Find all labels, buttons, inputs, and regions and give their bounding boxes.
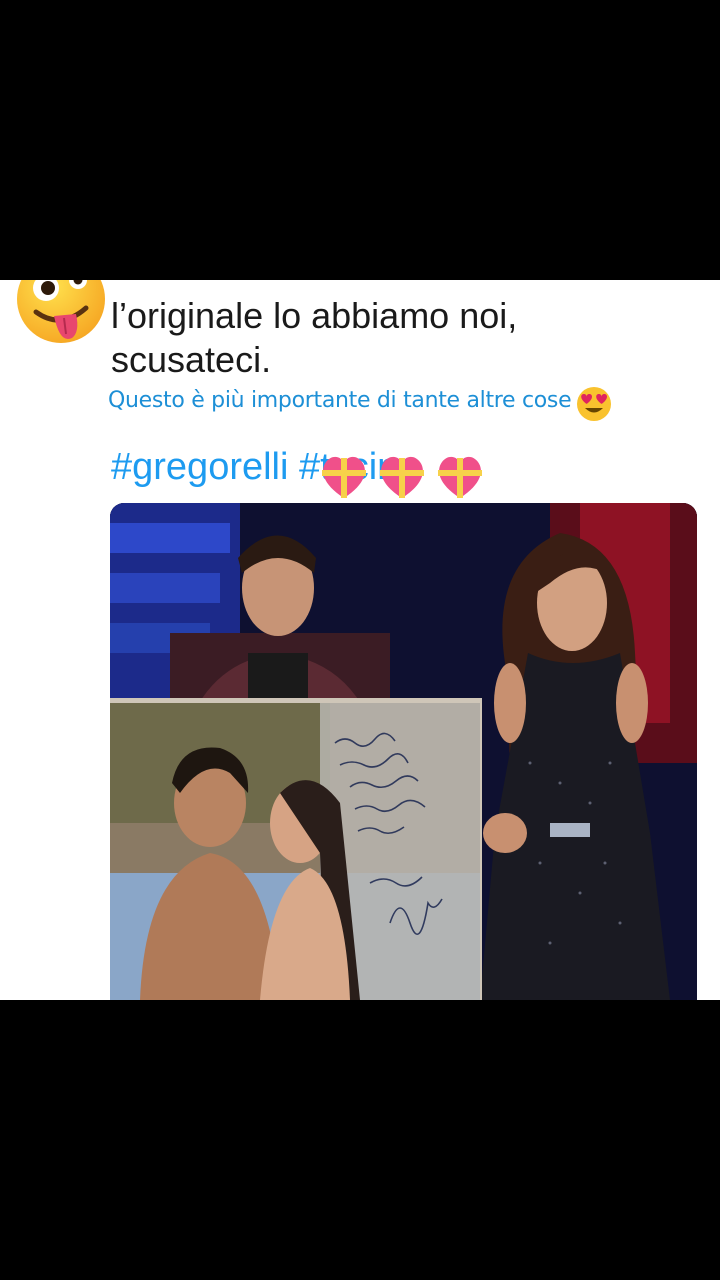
tweet-text-line-1: l’originale lo abbiamo noi, [111, 295, 518, 336]
photo-image [110, 503, 697, 1000]
story-caption: Questo è più importante di tante altre c… [108, 388, 572, 413]
heart-eyes-icon [577, 387, 611, 421]
gift-hearts-icon [322, 456, 482, 498]
author-name-cut [110, 280, 230, 284]
top-black-area [0, 0, 720, 280]
post-photo[interactable] [110, 503, 697, 1000]
hashtag-gregorelli[interactable]: #gregorelli [111, 446, 288, 488]
tweet-card: l’originale lo abbiamo noi, scusateci. Q… [0, 280, 720, 1000]
zany-face-icon [17, 280, 105, 343]
bottom-black-area [0, 1000, 720, 1280]
tweet-text-line-2: scusateci. [111, 339, 272, 380]
tweet-text: l’originale lo abbiamo noi, scusateci. [111, 294, 671, 382]
